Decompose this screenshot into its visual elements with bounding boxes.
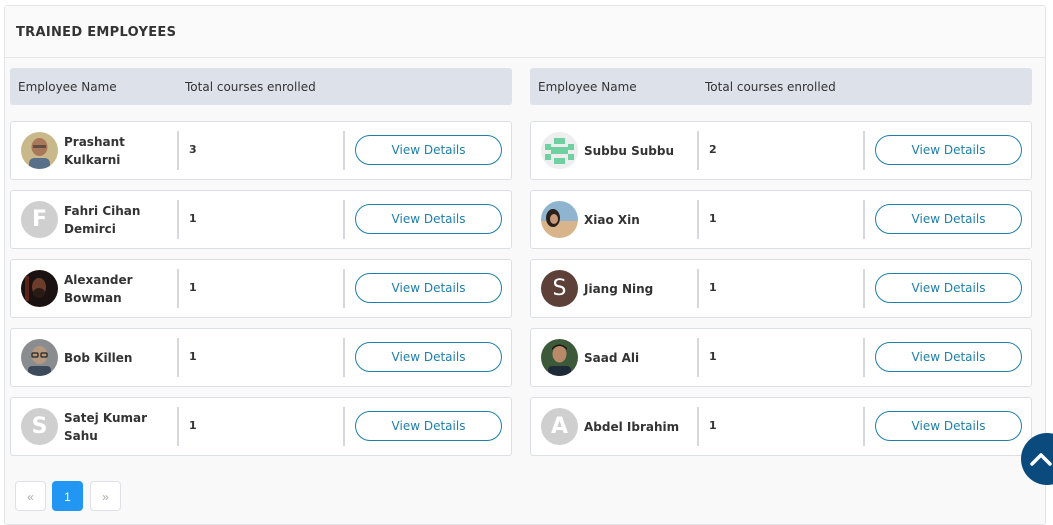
divider	[863, 338, 865, 377]
course-count: 1	[189, 281, 197, 294]
view-details-button[interactable]: View Details	[875, 204, 1022, 234]
employee-row: F Fahri Cihan Demirci 1 View Details	[10, 190, 512, 249]
divider	[343, 131, 345, 170]
course-count: 1	[709, 281, 717, 294]
employee-name: Satej Kumar Sahu	[64, 410, 148, 443]
employee-column-left: Employee Name Total courses enrolled Pra…	[10, 68, 512, 456]
divider	[863, 200, 865, 239]
divider	[343, 338, 345, 377]
employee-name: Bob Killen	[64, 350, 133, 365]
photo-young-man-icon	[541, 339, 578, 376]
employee-row: Subbu Subbu 2 View Details	[530, 121, 1032, 180]
column-header: Employee Name Total courses enrolled	[10, 68, 512, 105]
view-details-button[interactable]: View Details	[355, 135, 502, 165]
view-details-button[interactable]: View Details	[355, 204, 502, 234]
avatar: S	[541, 270, 578, 307]
divider	[177, 338, 179, 377]
employee-row: Xiao Xin 1 View Details	[530, 190, 1032, 249]
avatar	[21, 339, 58, 376]
avatar	[541, 132, 578, 169]
divider	[343, 269, 345, 308]
employee-name: Saad Ali	[584, 350, 640, 365]
view-details-button[interactable]: View Details	[355, 411, 502, 441]
identicon-green-icon	[541, 132, 578, 169]
avatar	[541, 201, 578, 238]
photo-man-glasses-icon	[21, 339, 58, 376]
view-details-button[interactable]: View Details	[875, 273, 1022, 303]
photo-bearded-man-icon	[21, 270, 58, 307]
employee-row: Prashant Kulkarni 3 View Details	[10, 121, 512, 180]
employee-name: Xiao Xin	[584, 212, 640, 227]
employee-name: Subbu Subbu	[584, 143, 674, 158]
divider	[177, 407, 179, 446]
avatar: F	[21, 201, 58, 238]
divider	[863, 269, 865, 308]
view-details-button[interactable]: View Details	[355, 342, 502, 372]
employee-name: Prashant Kulkarni	[64, 134, 125, 167]
divider	[697, 338, 699, 377]
course-count: 2	[709, 143, 717, 156]
avatar	[21, 132, 58, 169]
view-details-button[interactable]: View Details	[875, 135, 1022, 165]
chevron-up-icon	[1030, 453, 1052, 466]
employee-row: S Satej Kumar Sahu 1 View Details	[10, 397, 512, 456]
course-count: 1	[189, 350, 197, 363]
course-count: 1	[189, 419, 197, 432]
panel-header: TRAINED EMPLOYEES	[5, 6, 1045, 58]
employee-name-header: Employee Name	[538, 80, 637, 94]
divider	[697, 269, 699, 308]
employee-row: Bob Killen 1 View Details	[10, 328, 512, 387]
avatar	[21, 270, 58, 307]
course-count: 3	[189, 143, 197, 156]
course-count: 1	[709, 212, 717, 225]
panel-title: TRAINED EMPLOYEES	[16, 25, 177, 40]
divider	[697, 131, 699, 170]
avatar: A	[541, 408, 578, 445]
divider	[177, 200, 179, 239]
view-details-button[interactable]: View Details	[875, 411, 1022, 441]
employee-row: S Jiang Ning 1 View Details	[530, 259, 1032, 318]
employee-name-header: Employee Name	[18, 80, 117, 94]
employee-name: Abdel Ibrahim	[584, 419, 680, 434]
course-count: 1	[709, 350, 717, 363]
courses-header: Total courses enrolled	[705, 80, 836, 94]
employee-name: Alexander Bowman	[64, 272, 133, 305]
employee-column-right: Employee Name Total courses enrolled Sub…	[530, 68, 1032, 456]
employee-name: Fahri Cihan Demirci	[64, 203, 141, 236]
course-count: 1	[189, 212, 197, 225]
divider	[863, 131, 865, 170]
photo-woman-beach-icon	[541, 201, 578, 238]
employee-row: A Abdel Ibrahim 1 View Details	[530, 397, 1032, 456]
view-details-button[interactable]: View Details	[875, 342, 1022, 372]
divider	[177, 131, 179, 170]
avatar	[541, 339, 578, 376]
divider	[343, 200, 345, 239]
employee-row: Saad Ali 1 View Details	[530, 328, 1032, 387]
divider	[177, 269, 179, 308]
column-header: Employee Name Total courses enrolled	[530, 68, 1032, 105]
avatar: S	[21, 408, 58, 445]
photo-bald-man-icon	[21, 132, 58, 169]
view-details-button[interactable]: View Details	[355, 273, 502, 303]
courses-header: Total courses enrolled	[185, 80, 316, 94]
employee-row: Alexander Bowman 1 View Details	[10, 259, 512, 318]
divider	[697, 200, 699, 239]
course-count: 1	[709, 419, 717, 432]
employee-name: Jiang Ning	[584, 281, 654, 296]
divider	[863, 407, 865, 446]
divider	[697, 407, 699, 446]
divider	[343, 407, 345, 446]
